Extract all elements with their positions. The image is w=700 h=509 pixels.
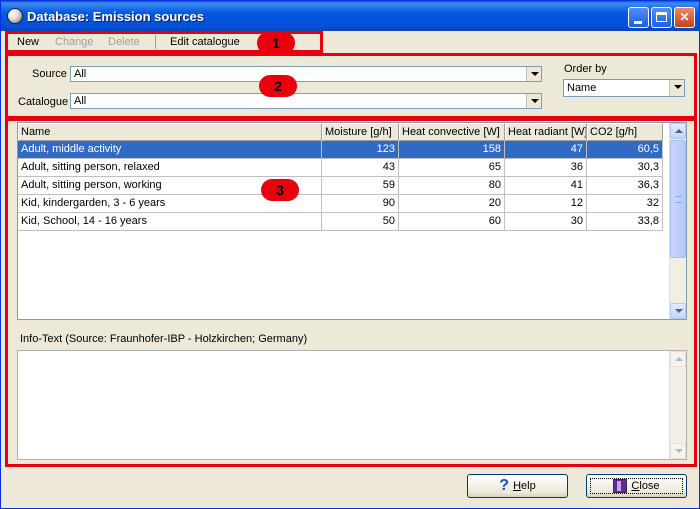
database-window: Database: Emission sources ✕ New Change … bbox=[0, 0, 700, 509]
help-button-mnemonic: H bbox=[513, 480, 522, 492]
badge-1: 1 bbox=[257, 32, 295, 54]
maximize-button[interactable] bbox=[651, 7, 672, 28]
minimize-button[interactable] bbox=[628, 7, 649, 28]
minimize-icon bbox=[634, 21, 642, 24]
focus-rectangle bbox=[590, 478, 683, 494]
highlight-box-2 bbox=[5, 53, 697, 119]
close-button[interactable]: Close bbox=[586, 474, 687, 498]
close-x-icon: ✕ bbox=[679, 10, 690, 24]
highlight-box-3 bbox=[5, 118, 697, 467]
badge-3: 3 bbox=[261, 179, 299, 201]
close-window-button[interactable]: ✕ bbox=[674, 7, 695, 28]
question-mark-icon: ? bbox=[499, 477, 510, 495]
help-button[interactable]: ? Help bbox=[467, 474, 568, 498]
door-exit-icon bbox=[613, 479, 628, 494]
badge-2: 2 bbox=[259, 75, 297, 97]
maximize-icon bbox=[656, 12, 667, 22]
help-button-label: elp bbox=[521, 480, 536, 492]
title-bar[interactable]: Database: Emission sources ✕ bbox=[1, 1, 699, 31]
window-title: Database: Emission sources bbox=[27, 9, 205, 24]
app-icon bbox=[7, 8, 23, 24]
